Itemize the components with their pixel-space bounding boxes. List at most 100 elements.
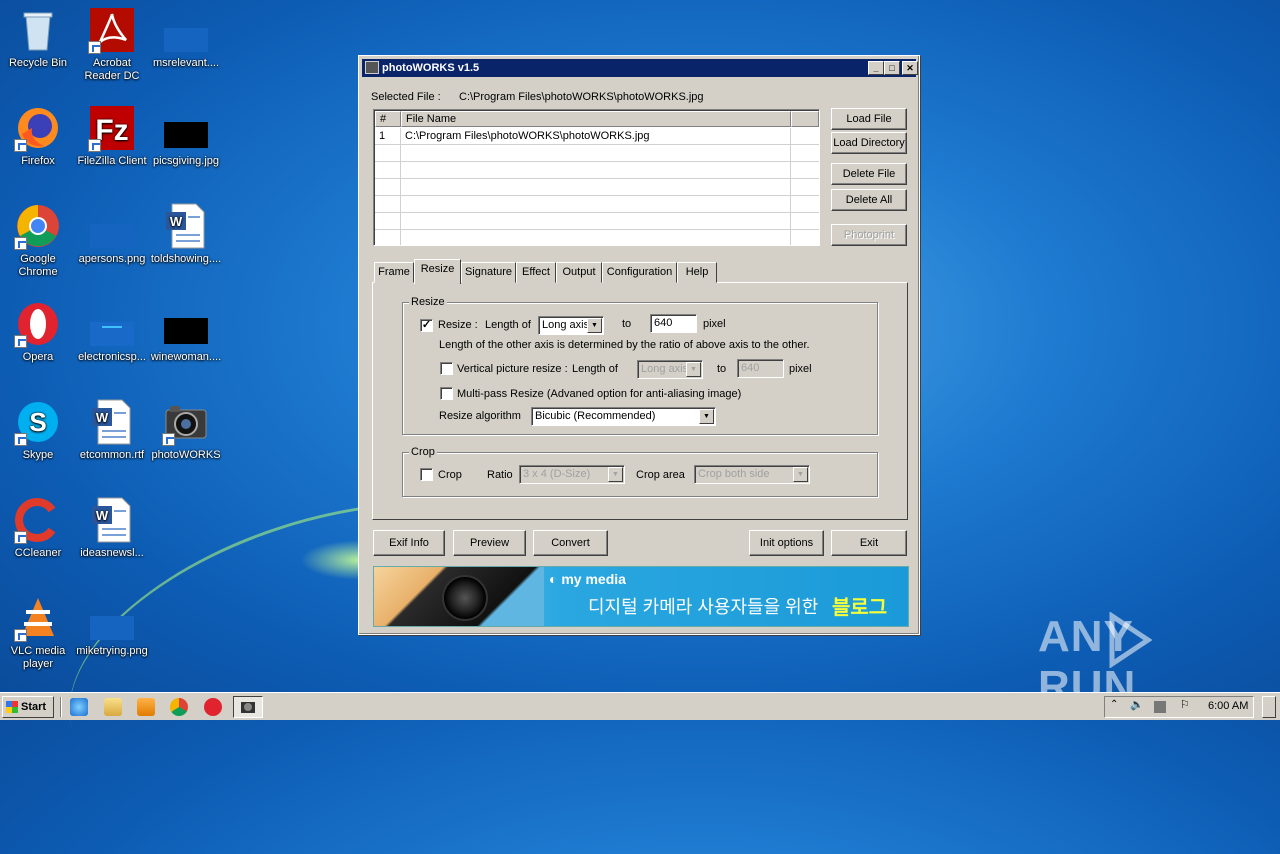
exit-button[interactable]: Exit (831, 530, 907, 556)
network-icon[interactable] (1154, 701, 1166, 713)
resize-checkbox[interactable]: ✓ (420, 319, 433, 332)
desktop-icon-filezilla[interactable]: Fz FileZilla Client (74, 104, 150, 168)
clock[interactable]: 6:00 AM (1208, 700, 1248, 712)
desktop-icon-picsgiving[interactable]: picsgiving.jpg (148, 104, 224, 168)
desktop-icon-skype[interactable]: S Skype (0, 398, 76, 462)
shortcut-arrow-icon (14, 433, 27, 446)
chevron-down-icon[interactable]: ▼ (793, 467, 808, 482)
window-title: photoWORKS v1.5 (382, 62, 480, 74)
table-row[interactable] (375, 145, 819, 162)
vertical-pixel-input[interactable]: 640 (737, 359, 784, 378)
ratio-label: Ratio (487, 469, 513, 481)
svg-text:S: S (29, 407, 46, 437)
chevron-up-icon[interactable]: ⌃ (1110, 699, 1122, 711)
shortcut-arrow-icon (14, 531, 27, 544)
svg-text:W: W (96, 508, 109, 523)
speaker-icon[interactable]: 🔈 (1130, 698, 1144, 711)
table-row[interactable] (375, 162, 819, 179)
photoworks-app-icon (365, 61, 379, 74)
ratio-select[interactable]: 3 x 4 (D-Size) ▼ (519, 465, 625, 484)
photoprint-button[interactable]: Photoprint (831, 224, 907, 246)
desktop-icon-toldshowing[interactable]: W toldshowing.... (148, 202, 224, 266)
vertical-resize-label: Vertical picture resize : (457, 363, 568, 375)
pixel-input[interactable]: 640 (650, 314, 697, 333)
shortcut-arrow-icon (88, 139, 101, 152)
crop-area-select[interactable]: Crop both side ▼ (694, 465, 810, 484)
column-header-blank[interactable] (791, 111, 819, 127)
delete-all-button[interactable]: Delete All (831, 189, 907, 211)
word-document-icon: W (88, 496, 136, 544)
crop-checkbox[interactable] (420, 468, 433, 481)
desktop-icon-electronicsp[interactable]: electronicsp... (74, 300, 150, 364)
tab-frame[interactable]: Frame (374, 262, 414, 283)
svg-text:W: W (170, 214, 183, 229)
windows-logo-icon (6, 701, 18, 713)
load-directory-button[interactable]: Load Directory (831, 132, 907, 154)
table-row[interactable]: 1 C:\Program Files\photoWORKS\photoWORKS… (375, 128, 819, 145)
delete-file-button[interactable]: Delete File (831, 163, 907, 185)
axis-select[interactable]: Long axis ▼ (538, 316, 604, 335)
exif-info-button[interactable]: Exif Info (373, 530, 445, 556)
column-header-number[interactable]: # (375, 111, 401, 127)
init-options-button[interactable]: Init options (749, 530, 824, 556)
chevron-down-icon[interactable]: ▼ (699, 409, 714, 424)
multipass-label: Multi-pass Resize (Advaned option for an… (457, 388, 742, 400)
table-row[interactable] (375, 179, 819, 196)
ccleaner-icon (14, 496, 62, 544)
folder-icon[interactable] (104, 698, 122, 716)
file-list-grid[interactable]: # File Name 1 C:\Program Files\photoWORK… (373, 109, 820, 246)
tab-signature[interactable]: Signature (461, 262, 516, 283)
flag-icon[interactable]: ⚐ (1180, 698, 1192, 711)
recycle-bin-icon (14, 6, 62, 54)
vertical-resize-checkbox[interactable] (440, 362, 453, 375)
internet-explorer-icon[interactable] (70, 698, 88, 716)
desktop-icon-ideasnewsl[interactable]: W ideasnewsl... (74, 496, 150, 560)
desktop-icon-opera[interactable]: Opera (0, 300, 76, 364)
tab-effect[interactable]: Effect (516, 262, 556, 283)
tab-resize[interactable]: Resize (414, 259, 461, 284)
media-player-icon[interactable] (137, 698, 155, 716)
close-button[interactable]: ✕ (902, 61, 918, 75)
desktop-icon-photoworks[interactable]: photoWORKS (148, 398, 224, 462)
firefox-icon (14, 104, 62, 152)
desktop-icon-firefox[interactable]: Firefox (0, 104, 76, 168)
shortcut-arrow-icon (14, 335, 27, 348)
maximize-button[interactable]: □ (884, 61, 900, 75)
load-file-button[interactable]: Load File (831, 108, 907, 130)
chevron-down-icon[interactable]: ▼ (587, 318, 602, 333)
desktop-icon-recycle-bin[interactable]: Recycle Bin (0, 6, 76, 70)
desktop-icon-etcommon[interactable]: W etcommon.rtf (74, 398, 150, 462)
table-row[interactable] (375, 196, 819, 213)
opera-icon[interactable] (204, 698, 222, 716)
tab-help[interactable]: Help (677, 262, 717, 283)
vertical-axis-select[interactable]: Long axis ▼ (637, 360, 703, 379)
table-row[interactable] (375, 230, 819, 245)
desktop-icon-chrome[interactable]: Google Chrome (0, 202, 76, 279)
table-row[interactable] (375, 213, 819, 230)
desktop-icon-apersons[interactable]: apersons.png (74, 202, 150, 266)
desktop-icon-msrelevant[interactable]: msrelevant.... (148, 6, 224, 70)
desktop-icon-vlc[interactable]: VLC media player (0, 594, 76, 671)
show-desktop-button[interactable] (1262, 696, 1276, 718)
algorithm-select[interactable]: Bicubic (Recommended) ▼ (531, 407, 716, 426)
chrome-icon[interactable] (170, 698, 188, 716)
crop-area-label: Crop area (636, 469, 685, 481)
length-of-label: Length of (485, 319, 531, 331)
chevron-down-icon[interactable]: ▼ (686, 362, 701, 377)
chevron-down-icon[interactable]: ▼ (608, 467, 623, 482)
desktop-icon-miketrying[interactable]: miketrying.png (74, 594, 150, 658)
advertisement-banner[interactable]: ◐ my media 디지털 카메라 사용자들을 위한 블로그 (373, 566, 909, 627)
multipass-checkbox[interactable] (440, 387, 453, 400)
column-header-file-name[interactable]: File Name (401, 111, 791, 127)
desktop-icon-acrobat[interactable]: Acrobat Reader DC (74, 6, 150, 83)
start-button[interactable]: Start (2, 696, 54, 718)
convert-button[interactable]: Convert (533, 530, 608, 556)
desktop-icon-winewoman[interactable]: winewoman.... (148, 300, 224, 364)
minimize-button[interactable]: _ (868, 61, 884, 75)
tab-configuration[interactable]: Configuration (602, 262, 677, 283)
tab-output[interactable]: Output (556, 262, 602, 283)
preview-button[interactable]: Preview (453, 530, 526, 556)
desktop-icon-ccleaner[interactable]: CCleaner (0, 496, 76, 560)
taskbar-photoworks-button[interactable] (233, 696, 263, 718)
window-titlebar[interactable]: photoWORKS v1.5 _ □ ✕ (362, 59, 918, 77)
